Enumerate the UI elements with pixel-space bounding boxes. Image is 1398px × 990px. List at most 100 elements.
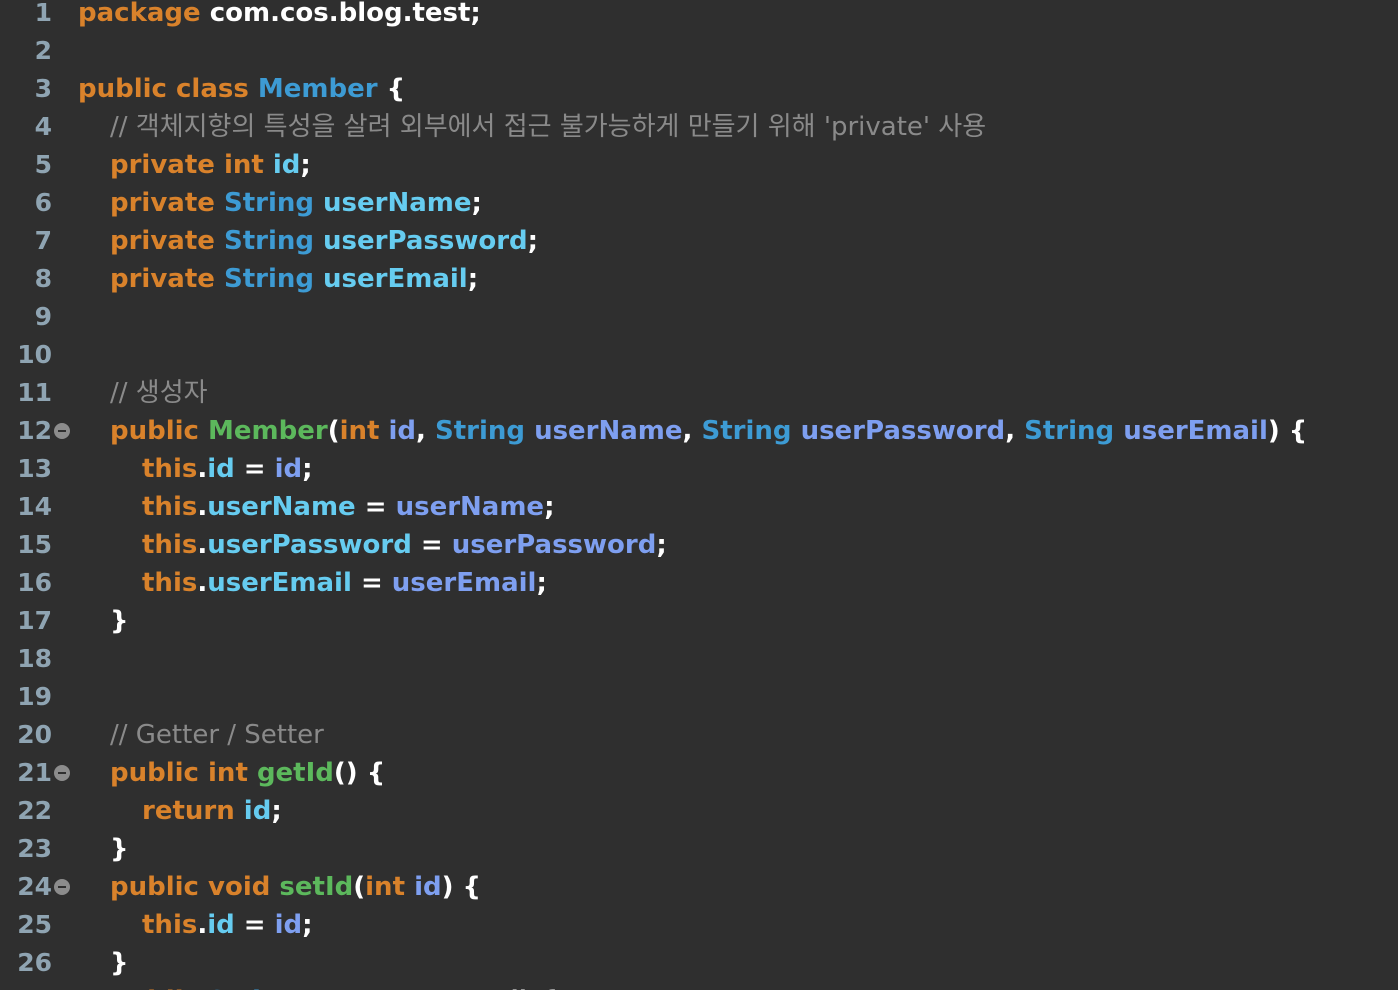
code-line[interactable]: 10 (0, 336, 1398, 374)
code-editor[interactable]: 1 package com.cos.blog.test; 2 3 public clas… (0, 0, 1398, 990)
code-line[interactable]: 25 this.id = id; (0, 906, 1398, 944)
line-number: 10 (17, 340, 52, 369)
code-token-plain: ) { (1267, 416, 1308, 446)
code-token-plain: . (197, 530, 208, 560)
code-token-field: id (243, 796, 272, 826)
code-line[interactable]: 24 public void setId(int id) { (0, 868, 1398, 906)
code-line[interactable]: 16 this.userEmail = userEmail; (0, 564, 1398, 602)
code-line[interactable]: 11 // 생성자 (0, 374, 1398, 412)
code-token-comment: // 객체지향의 특성을 살려 외부에서 접근 불가능하게 만들기 위해 'pr… (110, 112, 987, 142)
code-text: // 생성자 (110, 374, 208, 412)
code-token-field: userEmail (207, 568, 352, 598)
code-line[interactable]: 6 private String userName; (0, 184, 1398, 222)
code-text: } (110, 602, 129, 640)
code-token-param: userPassword (451, 530, 657, 560)
code-line[interactable]: 7 private String userPassword; (0, 222, 1398, 260)
code-token-plain: = (411, 530, 452, 560)
code-token-method: Member (208, 416, 328, 446)
code-token-plain: ; (471, 188, 482, 218)
line-number: 18 (17, 644, 52, 673)
code-token-param: id (414, 872, 442, 902)
code-text: this.userPassword = userPassword; (142, 526, 667, 564)
code-token-field: userEmail (323, 264, 468, 294)
code-token-comment: // Getter / Setter (110, 720, 324, 750)
code-line[interactable]: 5 private int id; (0, 146, 1398, 184)
code-line[interactable]: 22 return id; (0, 792, 1398, 830)
code-token-type: String (223, 226, 314, 256)
fold-collapse-icon[interactable] (54, 765, 70, 781)
code-line[interactable]: 2 (0, 32, 1398, 70)
code-token-plain: = (351, 568, 392, 598)
code-line[interactable]: 19 (0, 678, 1398, 716)
line-number: 5 (34, 150, 52, 179)
code-token-method: getId (256, 758, 334, 788)
line-number: 19 (17, 682, 52, 711)
code-text: } (110, 830, 129, 868)
code-line[interactable]: 14 this.userName = userName; (0, 488, 1398, 526)
code-token-comment: // 생성자 (110, 378, 208, 408)
code-token-plain: { (377, 74, 406, 104)
code-line[interactable]: 26} (0, 944, 1398, 982)
code-line[interactable]: 17} (0, 602, 1398, 640)
code-token-type: String (1024, 416, 1115, 446)
code-line[interactable]: 15 this.userPassword = userPassword; (0, 526, 1398, 564)
code-token-keyword: this (142, 910, 198, 940)
line-number: 25 (17, 910, 52, 939)
code-token-keyword: this (142, 454, 198, 484)
code-token-field: userName (323, 188, 472, 218)
code-token-param: userName (395, 492, 545, 522)
code-line[interactable]: 21 public int getId() { (0, 754, 1398, 792)
code-text: public Member(int id, String userName, S… (110, 412, 1307, 450)
code-token-plain: ; (302, 910, 313, 940)
code-text: } (110, 944, 129, 982)
line-number: 8 (34, 264, 52, 293)
code-token-plain: ; (536, 568, 547, 598)
code-line[interactable]: 4 // 객체지향의 특성을 살려 외부에서 접근 불가능하게 만들기 위해 'p… (0, 108, 1398, 146)
code-token-keyword: private int (110, 150, 264, 180)
code-token-keyword: package (78, 0, 201, 28)
code-text: private int id; (110, 146, 311, 184)
code-line[interactable]: 12 public Member(int id, String userName,… (0, 412, 1398, 450)
code-line[interactable]: 9 (0, 298, 1398, 336)
code-token-plain: . (197, 492, 208, 522)
code-token-plain: ; (544, 492, 555, 522)
code-token-plain: () { (507, 986, 558, 990)
code-token-plain: , (416, 416, 435, 446)
fold-collapse-icon[interactable] (54, 879, 70, 895)
code-line[interactable]: 13 this.id = id; (0, 450, 1398, 488)
code-line[interactable]: 1 package com.cos.blog.test; (0, 0, 1398, 32)
code-text: this.id = id; (142, 450, 313, 488)
code-line[interactable]: 23} (0, 830, 1398, 868)
code-token-plain: ; (302, 454, 313, 484)
code-token-keyword: int (339, 416, 380, 446)
code-line[interactable]: 18 (0, 640, 1398, 678)
code-text: return id; (142, 792, 282, 830)
code-token-plain: } (110, 948, 129, 978)
code-token-plain: ( (353, 872, 366, 902)
code-line[interactable]: 8 private String userEmail; (0, 260, 1398, 298)
code-token-keyword: public (110, 416, 199, 446)
code-text: public String getUserName() { (110, 982, 558, 990)
code-token-keyword: public void (110, 872, 271, 902)
code-token-field: id (207, 454, 235, 484)
code-token-plain: . (197, 454, 208, 484)
code-text: this.id = id; (142, 906, 313, 944)
code-token-plain: ; (271, 796, 282, 826)
code-text: public class Member { (78, 70, 405, 108)
line-number: 24 (17, 872, 52, 901)
line-number: 13 (17, 454, 52, 483)
code-line[interactable]: 20 // Getter / Setter (0, 716, 1398, 754)
code-line[interactable]: 3 public class Member { (0, 70, 1398, 108)
code-token-plain: . (197, 910, 208, 940)
code-token-field: userPassword (323, 226, 528, 256)
code-line[interactable]: 27 public String getUserName() { (0, 982, 1398, 990)
code-text: this.userEmail = userEmail; (142, 564, 547, 602)
fold-collapse-icon[interactable] (54, 423, 70, 439)
